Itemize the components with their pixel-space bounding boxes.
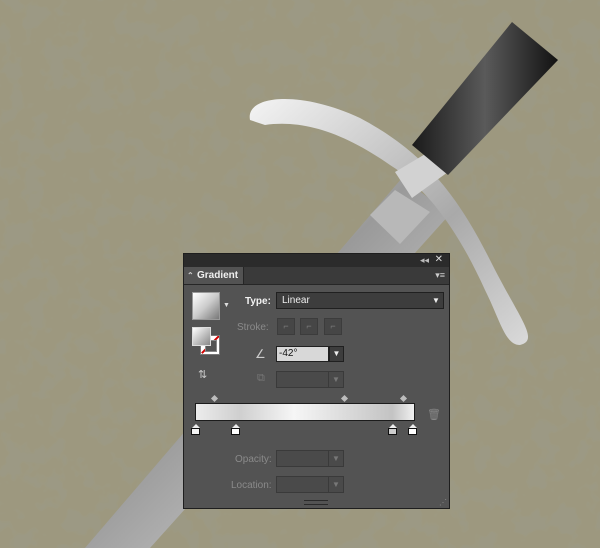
angle-dropdown-icon[interactable]: ▼ bbox=[329, 346, 344, 362]
stroke-across-button: ⌐ bbox=[324, 318, 342, 335]
tab-gradient[interactable]: ⌃ Gradient bbox=[184, 267, 244, 284]
type-label: Type: bbox=[245, 296, 271, 307]
gradient-stop-color bbox=[231, 428, 240, 435]
gradient-panel: ◂◂ ✕ ⌃ Gradient ▾≡ ▼ ⇅ Type: Linear ▼ St… bbox=[183, 253, 450, 509]
midpoint-diamond[interactable] bbox=[210, 394, 219, 403]
chevron-down-icon: ▼ bbox=[328, 477, 343, 492]
stroke-within-button: ⌐ bbox=[277, 318, 295, 335]
trash-icon[interactable]: 🗑 bbox=[427, 408, 441, 421]
midpoint-diamond[interactable] bbox=[340, 394, 349, 403]
gradient-slider[interactable] bbox=[195, 403, 415, 421]
gradient-stop-color bbox=[191, 428, 200, 435]
midpoint-diamond[interactable] bbox=[399, 394, 408, 403]
close-icon[interactable]: ✕ bbox=[435, 254, 443, 265]
gradient-preview-swatch[interactable] bbox=[192, 292, 220, 320]
collapse-icon[interactable]: ◂◂ bbox=[420, 255, 429, 266]
gradient-stop-color bbox=[408, 428, 417, 435]
angle-icon: ∠ bbox=[255, 347, 266, 361]
preset-dropdown-icon[interactable]: ▼ bbox=[223, 302, 230, 309]
fill-swatch[interactable] bbox=[192, 327, 211, 346]
stroke-label: Stroke: bbox=[237, 322, 269, 333]
panel-tab-row: ⌃ Gradient ▾≡ bbox=[184, 267, 449, 285]
type-select-value: Linear bbox=[282, 295, 310, 306]
resize-corner-icon[interactable]: ⋰ bbox=[439, 498, 447, 507]
location-select: ▼ bbox=[276, 476, 344, 493]
tab-gradient-label: Gradient bbox=[197, 270, 239, 281]
gradient-stop[interactable] bbox=[191, 424, 200, 435]
location-label: Location: bbox=[231, 480, 272, 491]
panel-menu-icon[interactable]: ▾≡ bbox=[435, 270, 445, 281]
chevron-icon: ⌃ bbox=[187, 271, 194, 280]
aspect-ratio-select: ▼ bbox=[276, 371, 344, 388]
chevron-down-icon: ▼ bbox=[328, 372, 343, 387]
chevron-down-icon: ▼ bbox=[328, 451, 343, 466]
chevron-down-icon: ▼ bbox=[432, 296, 440, 305]
gradient-stop[interactable] bbox=[408, 424, 417, 435]
opacity-label: Opacity: bbox=[235, 454, 272, 465]
reverse-gradient-icon[interactable]: ⇅ bbox=[198, 368, 207, 381]
gradient-stop-color bbox=[388, 428, 397, 435]
type-select[interactable]: Linear ▼ bbox=[276, 292, 444, 309]
aspect-ratio-icon: ⧉ bbox=[257, 372, 265, 384]
angle-input[interactable]: -42° bbox=[276, 346, 329, 362]
panel-titlebar[interactable]: ◂◂ ✕ bbox=[184, 254, 449, 267]
gradient-stop[interactable] bbox=[231, 424, 240, 435]
gradient-stop[interactable] bbox=[388, 424, 397, 435]
stroke-along-button: ⌐ bbox=[300, 318, 318, 335]
panel-resize-grip[interactable] bbox=[304, 500, 328, 505]
opacity-select: ▼ bbox=[276, 450, 344, 467]
